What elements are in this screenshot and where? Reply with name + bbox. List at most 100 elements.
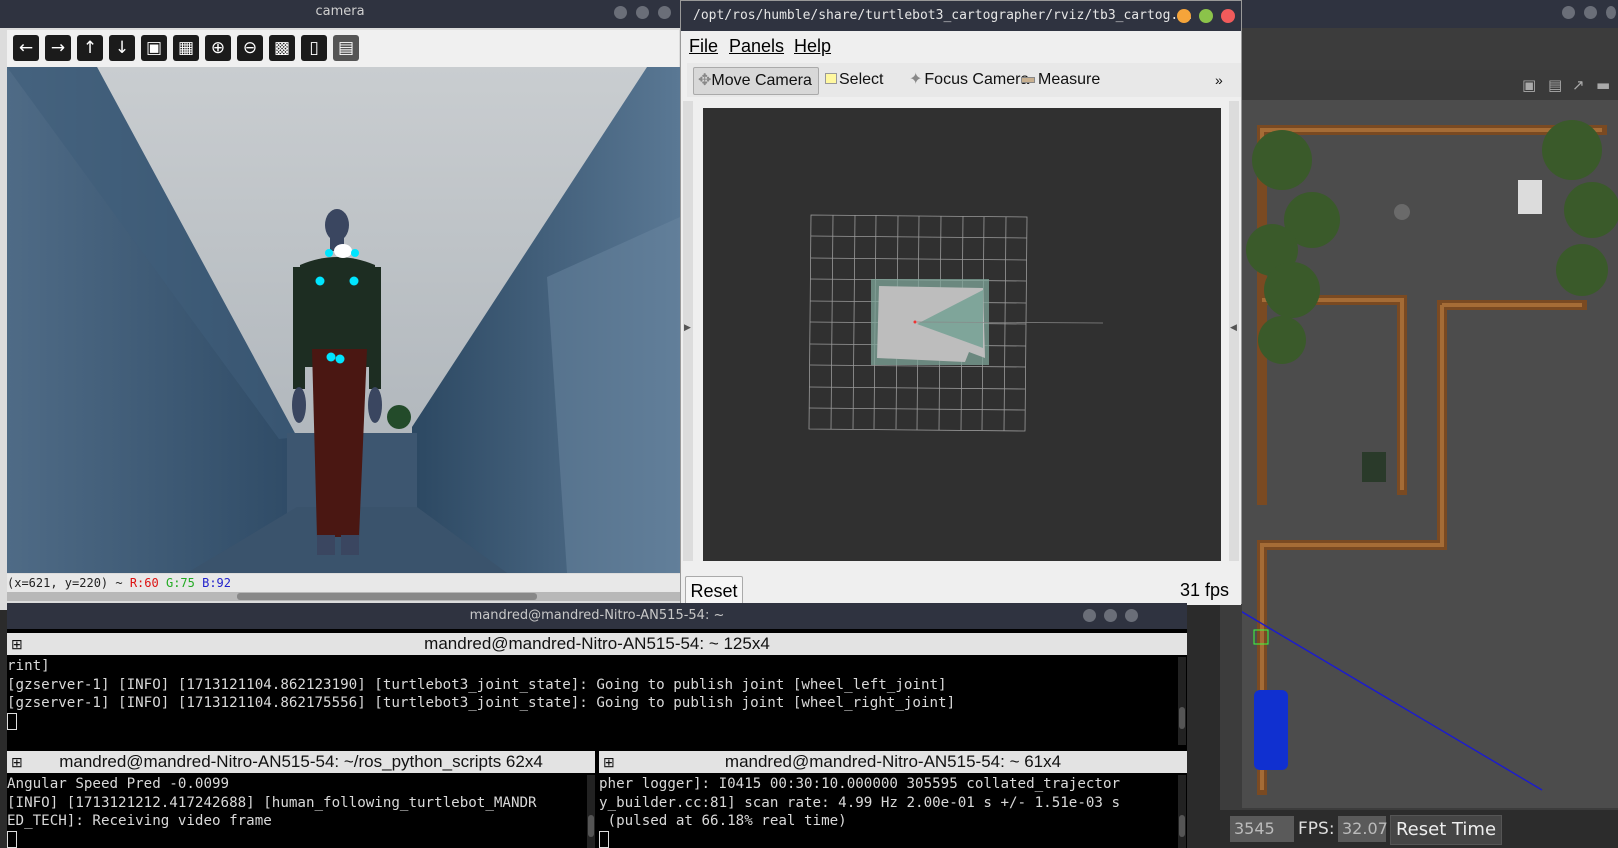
- clipboard-icon[interactable]: ▯: [301, 35, 327, 61]
- paint-icon[interactable]: ▤: [333, 35, 359, 61]
- camera-image-view[interactable]: [7, 67, 680, 573]
- menu-file[interactable]: File: [689, 31, 718, 61]
- terminal-title-bar[interactable]: mandred@mandred-Nitro-AN515-54: ~: [7, 603, 1187, 629]
- rviz-3d-view[interactable]: [703, 108, 1221, 561]
- plot-icon[interactable]: ↗: [1572, 76, 1585, 94]
- text-cursor: [7, 713, 17, 730]
- camera-toolbar: ← → ↑ ↓ ▣ ▦ ⊕ ⊖ ▩ ▯ ▤: [7, 30, 679, 67]
- grid-icon[interactable]: ⊞: [11, 633, 23, 655]
- right-pane-output[interactable]: pher logger]: I0415 00:30:10.000000 3055…: [599, 775, 1177, 848]
- maximize-button[interactable]: [636, 6, 649, 19]
- rviz-footer: Reset 31 fps: [681, 571, 1241, 606]
- rviz-tool-bar: ✥Move Camera Select ✦ Focus Camera Measur…: [687, 63, 1241, 97]
- arrow-left-icon[interactable]: ←: [13, 35, 39, 61]
- top-pane-output[interactable]: rint] [gzserver-1] [INFO] [1713121104.862…: [7, 657, 1177, 745]
- arrow-right-icon[interactable]: →: [45, 35, 71, 61]
- reset-button[interactable]: Reset: [685, 576, 743, 606]
- top-pane-scrollbar[interactable]: [1178, 657, 1186, 745]
- terminal-line: rint]: [7, 658, 50, 674]
- rviz-map-grid: [808, 214, 1104, 432]
- video-icon[interactable]: ▬: [1596, 76, 1610, 94]
- terminal-line: [gzserver-1] [INFO] [1713121104.86212319…: [7, 676, 947, 693]
- camera-window: camera ← → ↑ ↓ ▣ ▦ ⊕ ⊖ ▩ ▯ ▤ (x=621, y=2…: [0, 0, 680, 610]
- zoom-out-icon[interactable]: ⊖: [237, 35, 263, 61]
- rviz-title-bar[interactable]: /opt/ros/humble/share/turtlebot3_cartogr…: [681, 1, 1241, 31]
- move-camera-tool[interactable]: ✥Move Camera: [693, 67, 819, 95]
- left-panel-collapse-handle[interactable]: ▶: [683, 101, 693, 561]
- measure-tool[interactable]: Measure: [1021, 67, 1100, 93]
- camera-icon[interactable]: ▣: [1522, 76, 1536, 94]
- top-pane-header[interactable]: ⊞ mandred@mandred-Nitro-AN515-54: ~ 125x…: [7, 633, 1187, 655]
- terminal-window-title: mandred@mandred-Nitro-AN515-54: ~: [469, 608, 725, 623]
- terminal-line: pher logger]: I0415 00:30:10.000000 3055…: [599, 776, 1121, 792]
- left-pane-scrollbar[interactable]: [587, 775, 595, 848]
- maximize-button[interactable]: [1584, 6, 1597, 19]
- image-edit-icon[interactable]: ▦: [173, 35, 199, 61]
- pixel-blue-value: B:92: [202, 576, 232, 590]
- terminal-line: y_builder.cc:81] scan rate: 4.99 Hz 2.00…: [599, 794, 1121, 811]
- left-pane-title: mandred@mandred-Nitro-AN515-54: ~/ros_py…: [59, 752, 543, 771]
- grid-icon[interactable]: ⊞: [11, 751, 23, 773]
- pixel-info-status: (x=621, y=220) ~ R:60 G:75 B:92: [7, 574, 680, 592]
- gazebo-window: ▣ ▤ ↗ ▬ 3545 FPS: 32.07 Reset Time: [1220, 0, 1618, 848]
- scrollbar-thumb[interactable]: [1179, 815, 1185, 837]
- zoom-in-icon[interactable]: ⊕: [205, 35, 231, 61]
- right-pane-title: mandred@mandred-Nitro-AN515-54: ~ 61x4: [724, 752, 1062, 771]
- terminal-line: ED_TECH]: Receiving video frame: [7, 813, 272, 829]
- reset-time-button[interactable]: Reset Time: [1390, 815, 1502, 845]
- close-button[interactable]: [1125, 609, 1138, 622]
- terminal-line: (pulsed at 66.18% real time): [599, 813, 847, 829]
- pixel-green-value: G:75: [165, 576, 195, 590]
- rviz-window-title: /opt/ros/humble/share/turtlebot3_cartogr…: [693, 8, 1194, 23]
- focus-camera-tool[interactable]: ✦ Focus Camera: [909, 67, 1029, 93]
- chevron-left-icon: ◀: [1230, 323, 1237, 333]
- select-tool[interactable]: Select: [825, 67, 883, 93]
- arrow-up-icon[interactable]: ↑: [77, 35, 103, 61]
- rviz-window: /opt/ros/humble/share/turtlebot3_cartogr…: [680, 0, 1242, 606]
- pixel-red-value: R:60: [129, 576, 159, 590]
- image-icon[interactable]: ▣: [141, 35, 167, 61]
- right-pane-header[interactable]: ⊞ mandred@mandred-Nitro-AN515-54: ~ 61x4: [599, 751, 1187, 773]
- fps-readout: 31 fps: [1179, 580, 1229, 600]
- gazebo-3d-scene[interactable]: [1242, 100, 1618, 808]
- terminal-line: [INFO] [1713121212.417242688] [human_fol…: [7, 794, 537, 811]
- left-pane-output[interactable]: Angular Speed Pred -0.0099 [INFO] [171312…: [7, 775, 585, 848]
- maximize-button[interactable]: [1199, 9, 1213, 23]
- menu-panels[interactable]: Panels: [729, 31, 784, 61]
- save-icon[interactable]: ▩: [269, 35, 295, 61]
- pixel-coords: (x=621, y=220) ~: [7, 576, 130, 590]
- record-icon[interactable]: ▤: [1548, 76, 1562, 94]
- grid-icon[interactable]: ⊞: [603, 751, 615, 773]
- terminal-window: mandred@mandred-Nitro-AN515-54: ~ ⊞ mand…: [7, 603, 1187, 848]
- terminal-line: Angular Speed Pred -0.0099: [7, 776, 230, 792]
- maximize-button[interactable]: [1104, 609, 1117, 622]
- top-pane-title: mandred@mandred-Nitro-AN515-54: ~ 125x4: [424, 634, 770, 653]
- gazebo-bottom-bar: 3545 FPS: 32.07 Reset Time: [1220, 810, 1618, 848]
- right-pane-scrollbar[interactable]: [1178, 775, 1186, 848]
- toolbar-overflow-button[interactable]: »: [1215, 67, 1223, 93]
- gazebo-world-map: [1242, 100, 1618, 808]
- fps-label: FPS:: [1298, 819, 1335, 839]
- camera-horizontal-scrollbar[interactable]: [7, 592, 680, 601]
- close-button[interactable]: [1606, 6, 1616, 19]
- menu-help[interactable]: Help: [794, 31, 831, 61]
- scrollbar-thumb[interactable]: [237, 593, 537, 600]
- minimize-button[interactable]: [1177, 9, 1191, 23]
- minimize-button[interactable]: [614, 6, 627, 19]
- minimize-button[interactable]: [1562, 6, 1575, 19]
- move-camera-icon: ✥: [698, 72, 712, 89]
- left-pane-header[interactable]: ⊞ mandred@mandred-Nitro-AN515-54: ~/ros_…: [7, 751, 595, 773]
- chevron-right-icon: ▶: [684, 323, 691, 333]
- gazebo-title-bar[interactable]: [1220, 0, 1618, 28]
- arrow-down-icon[interactable]: ↓: [109, 35, 135, 61]
- scrollbar-thumb[interactable]: [1179, 707, 1185, 729]
- camera-scene: [7, 67, 680, 573]
- scrollbar-thumb[interactable]: [588, 815, 594, 837]
- right-panel-collapse-handle[interactable]: ◀: [1229, 101, 1239, 561]
- camera-title-bar[interactable]: camera: [0, 0, 680, 28]
- minimize-button[interactable]: [1083, 609, 1096, 622]
- close-button[interactable]: [658, 6, 671, 19]
- measure-icon: [1021, 76, 1035, 83]
- close-button[interactable]: [1221, 9, 1235, 23]
- select-icon: [825, 73, 837, 84]
